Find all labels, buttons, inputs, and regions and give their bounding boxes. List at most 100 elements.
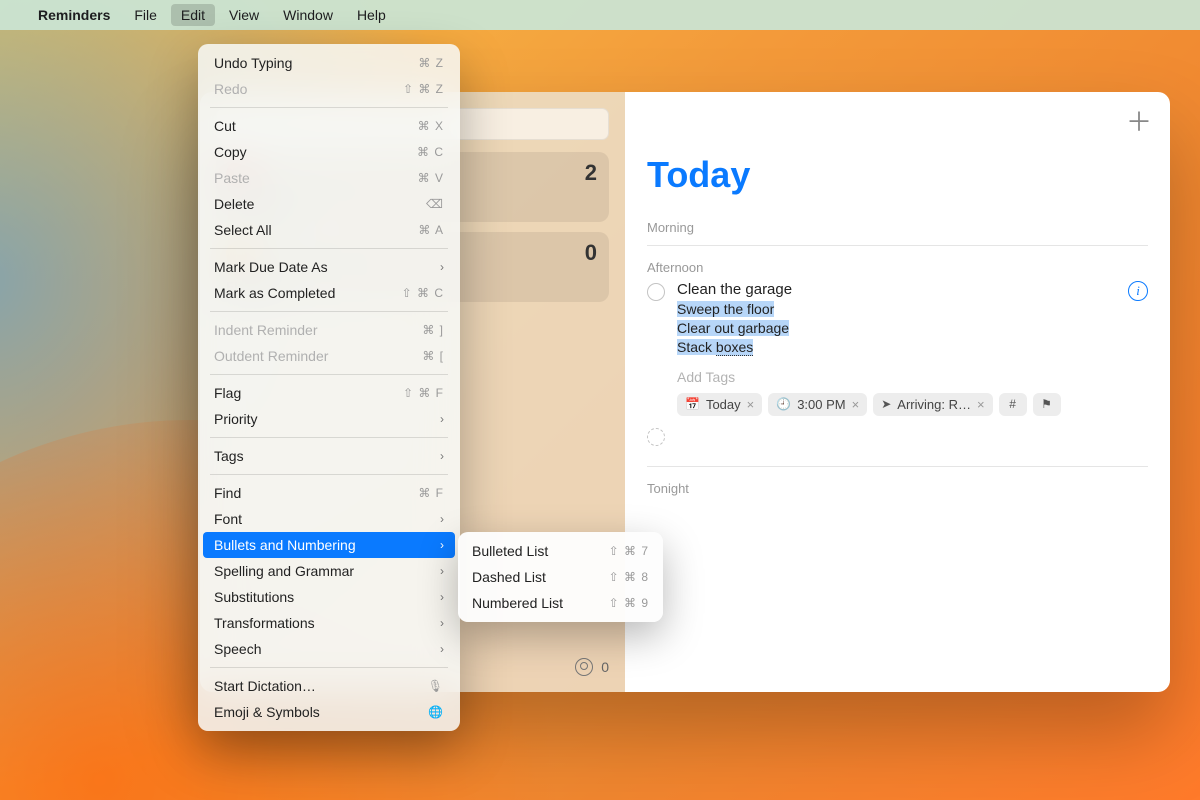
menu-separator (210, 248, 448, 249)
shortcut: ⇧ ⌘ 9 (609, 596, 649, 610)
menu-item-find[interactable]: Find⌘ F (198, 480, 460, 506)
menu-file[interactable]: File (124, 4, 167, 26)
section-afternoon: Afternoon (647, 260, 1148, 275)
shared-count: 0 (601, 659, 609, 675)
menu-item-priority[interactable]: Priority› (198, 406, 460, 432)
shortcut: ⌘ X (418, 119, 444, 133)
menu-item-flag[interactable]: Flag⇧ ⌘ F (198, 380, 460, 406)
menu-item-paste: Paste⌘ V (198, 165, 460, 191)
shortcut: ⌘ A (418, 223, 444, 237)
hash-icon: # (1009, 397, 1016, 411)
menu-item-mark-due-date-as[interactable]: Mark Due Date As› (198, 254, 460, 280)
chevron-right-icon: › (440, 642, 444, 656)
location-icon: ➤ (881, 397, 891, 411)
chip-tag[interactable]: # (999, 393, 1027, 416)
menu-separator (210, 667, 448, 668)
shortcut: ⇧ ⌘ C (402, 286, 444, 300)
menu-view[interactable]: View (219, 4, 269, 26)
menu-help[interactable]: Help (347, 4, 396, 26)
menu-separator (210, 437, 448, 438)
chevron-right-icon: › (440, 538, 444, 552)
shortcut: ⌘ ] (422, 323, 444, 337)
chip-remove[interactable]: × (977, 397, 985, 412)
menu-separator (210, 474, 448, 475)
chip-location[interactable]: ➤Arriving: R…× (873, 393, 992, 416)
add-tags-field[interactable]: Add Tags (677, 369, 1148, 385)
menu-item-spelling-and-grammar[interactable]: Spelling and Grammar› (198, 558, 460, 584)
globe-icon: 🌐 (428, 705, 444, 719)
menu-item-font[interactable]: Font› (198, 506, 460, 532)
menu-item-substitutions[interactable]: Substitutions› (198, 584, 460, 610)
shortcut: ⇧ ⌘ Z (403, 82, 444, 96)
info-icon[interactable]: i (1128, 281, 1148, 301)
menu-item-bullets-and-numbering[interactable]: Bullets and Numbering› (203, 532, 455, 558)
divider (647, 466, 1148, 467)
flag-icon: ⚑ (1041, 397, 1052, 411)
reminder-notes[interactable]: Sweep the floor Clear out garbage Stack … (677, 300, 1148, 357)
submenu-item-bulleted-list[interactable]: Bulleted List⇧ ⌘ 7 (458, 538, 663, 564)
menu-item-indent-reminder: Indent Reminder⌘ ] (198, 317, 460, 343)
complete-toggle[interactable] (647, 428, 665, 446)
shortcut: ⌘ Z (418, 56, 444, 70)
menu-separator (210, 107, 448, 108)
menu-item-undo-typing[interactable]: Undo Typing⌘ Z (198, 50, 460, 76)
menu-window[interactable]: Window (273, 4, 343, 26)
new-reminder-placeholder[interactable] (647, 426, 1148, 452)
menu-item-speech[interactable]: Speech› (198, 636, 460, 662)
chip-date[interactable]: 📅Today× (677, 393, 762, 416)
section-morning: Morning (647, 220, 1148, 235)
section-tonight: Tonight (647, 481, 1148, 496)
mic-icon: 🎙 (428, 679, 444, 693)
chevron-right-icon: › (440, 564, 444, 578)
complete-toggle[interactable] (647, 283, 665, 301)
menu-item-emoji-symbols[interactable]: Emoji & Symbols🌐 (198, 699, 460, 725)
reminder-title[interactable]: Clean the garage (677, 281, 1148, 298)
menu-item-outdent-reminder: Outdent Reminder⌘ [ (198, 343, 460, 369)
shared-icon (575, 658, 593, 676)
chip-remove[interactable]: × (747, 397, 755, 412)
divider (647, 245, 1148, 246)
menu-item-mark-as-completed[interactable]: Mark as Completed⇧ ⌘ C (198, 280, 460, 306)
submenu-item-dashed-list[interactable]: Dashed List⇧ ⌘ 8 (458, 564, 663, 590)
shortcut: ⌫ (426, 197, 444, 211)
chip-flag[interactable]: ⚑ (1033, 393, 1061, 416)
menu-item-cut[interactable]: Cut⌘ X (198, 113, 460, 139)
smart-list-count: 0 (585, 240, 597, 266)
chevron-right-icon: › (440, 412, 444, 426)
add-reminder-button[interactable]: ＋ (1126, 102, 1152, 139)
reminder-item[interactable]: Clean the garage Sweep the floor Clear o… (647, 281, 1148, 363)
smart-list-count: 2 (585, 160, 597, 186)
page-title: Today (647, 154, 1148, 196)
shortcut: ⌘ V (418, 171, 444, 185)
shortcut: ⇧ ⌘ F (403, 386, 444, 400)
menu-item-select-all[interactable]: Select All⌘ A (198, 217, 460, 243)
menubar: Reminders File Edit View Window Help (0, 0, 1200, 30)
shortcut: ⌘ F (418, 486, 444, 500)
shortcut: ⇧ ⌘ 8 (609, 570, 649, 584)
shortcut: ⌘ [ (422, 349, 444, 363)
chip-remove[interactable]: × (852, 397, 860, 412)
chevron-right-icon: › (440, 512, 444, 526)
chip-time[interactable]: 🕘3:00 PM× (768, 393, 867, 416)
chevron-right-icon: › (440, 590, 444, 604)
menu-item-tags[interactable]: Tags› (198, 443, 460, 469)
chevron-right-icon: › (440, 260, 444, 274)
menu-separator (210, 311, 448, 312)
chevron-right-icon: › (440, 449, 444, 463)
menu-item-start-dictation-[interactable]: Start Dictation…🎙 (198, 673, 460, 699)
bullets-submenu: Bulleted List⇧ ⌘ 7Dashed List⇧ ⌘ 8Number… (458, 532, 663, 622)
menu-item-delete[interactable]: Delete⌫ (198, 191, 460, 217)
shortcut: ⌘ C (417, 145, 444, 159)
submenu-item-numbered-list[interactable]: Numbered List⇧ ⌘ 9 (458, 590, 663, 616)
edit-menu-dropdown: Undo Typing⌘ ZRedo⇧ ⌘ Z Cut⌘ XCopy⌘ CPast… (198, 44, 460, 731)
menu-separator (210, 374, 448, 375)
menu-item-transformations[interactable]: Transformations› (198, 610, 460, 636)
menu-item-redo: Redo⇧ ⌘ Z (198, 76, 460, 102)
app-menu[interactable]: Reminders (28, 4, 120, 26)
menu-edit[interactable]: Edit (171, 4, 215, 26)
menu-item-copy[interactable]: Copy⌘ C (198, 139, 460, 165)
calendar-icon: 📅 (685, 397, 700, 411)
clock-icon: 🕘 (776, 397, 791, 411)
chevron-right-icon: › (440, 616, 444, 630)
shortcut: ⇧ ⌘ 7 (609, 544, 649, 558)
